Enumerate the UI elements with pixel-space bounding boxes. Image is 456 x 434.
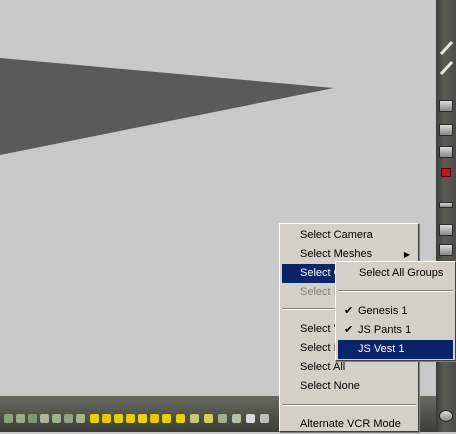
record-icon[interactable] <box>441 168 451 177</box>
menu-item-select-all-groups[interactable]: Select All Groups <box>338 264 453 283</box>
group-label: JS Vest 1 <box>358 343 405 355</box>
panel-icon[interactable] <box>439 244 453 256</box>
globe-icon[interactable] <box>439 410 453 422</box>
check-icon: ✔ <box>344 324 354 336</box>
group-label: JS Pants 1 <box>358 324 412 336</box>
window-icon-3[interactable] <box>439 146 453 158</box>
submenu-separator <box>338 290 453 292</box>
check-icon: ✔ <box>344 305 354 317</box>
graph-icon[interactable] <box>439 224 453 236</box>
window-icon-2[interactable] <box>439 124 453 136</box>
right-toolbar <box>436 0 456 432</box>
menu-item-select-camera[interactable]: Select Camera <box>282 226 416 245</box>
menu-item-alternate-vcr-mode[interactable]: Alternate VCR Mode <box>282 415 416 434</box>
group-item-js-pants-1[interactable]: ✔ JS Pants 1 <box>338 321 453 340</box>
window-icon[interactable] <box>439 100 453 112</box>
pen-tool-icon[interactable] <box>438 40 454 56</box>
primitive-icons-strip[interactable] <box>0 414 280 428</box>
menu-separator-2 <box>282 404 416 406</box>
menu-item-label: Select Meshes <box>300 248 373 260</box>
groups-submenu: Select All Groups ✔ Genesis 1 ✔ JS Pants 1… <box>335 261 456 361</box>
group-item-genesis-1[interactable]: ✔ Genesis 1 <box>338 302 453 321</box>
group-item-js-vest-1[interactable]: JS Vest 1 <box>338 340 453 359</box>
bar-icon[interactable] <box>439 202 453 208</box>
menu-item-select-none[interactable]: Select None <box>282 377 416 396</box>
eraser-tool-icon[interactable] <box>438 60 454 76</box>
group-label: Genesis 1 <box>358 305 408 317</box>
